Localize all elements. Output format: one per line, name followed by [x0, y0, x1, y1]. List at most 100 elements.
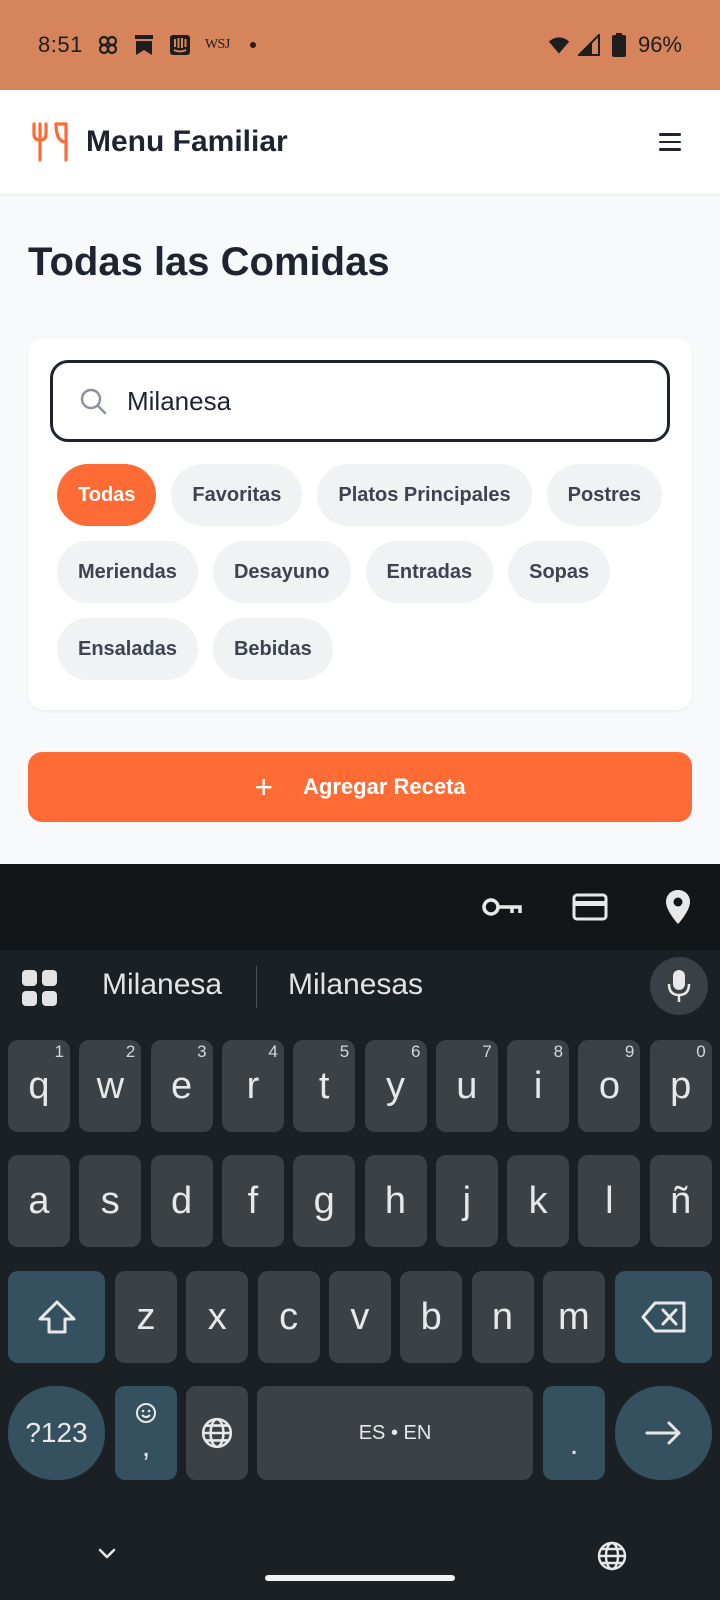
filter-chip[interactable]: Desayuno: [212, 541, 351, 603]
app-header: Menu Familiar: [0, 90, 720, 194]
key-d[interactable]: d: [150, 1155, 213, 1247]
emoji-comma-key[interactable]: ,: [115, 1386, 177, 1480]
shift-key[interactable]: [8, 1271, 105, 1363]
mic-button[interactable]: [650, 957, 708, 1015]
key-m[interactable]: m: [542, 1271, 605, 1363]
search-input[interactable]: [127, 385, 607, 417]
key-o[interactable]: o9: [578, 1040, 641, 1132]
pinwheel-icon: [97, 34, 119, 56]
key-g[interactable]: g: [293, 1155, 356, 1247]
key-f[interactable]: f: [221, 1155, 284, 1247]
intercom-icon: [169, 34, 191, 56]
bookmark-icon: [133, 34, 155, 56]
search-box[interactable]: [50, 360, 670, 442]
key-c[interactable]: c: [257, 1271, 320, 1363]
apps-grid-icon[interactable]: [22, 970, 58, 1006]
space-key[interactable]: ES • EN: [257, 1386, 533, 1480]
filter-chip[interactable]: Todas: [57, 464, 157, 526]
home-indicator[interactable]: [265, 1575, 455, 1581]
key-w-label: w: [96, 1064, 125, 1107]
key-z-label: z: [136, 1295, 156, 1338]
key-hint: 3: [197, 1042, 207, 1061]
filter-chip[interactable]: Postres: [546, 464, 663, 526]
suggestion-strip: Milanesa Milanesas: [0, 950, 720, 1028]
credit-card-icon[interactable]: [570, 887, 610, 927]
emoji-icon: [136, 1403, 156, 1423]
key-n[interactable]: n: [471, 1271, 534, 1363]
menu-icon: [659, 133, 681, 136]
key-p[interactable]: p0: [649, 1040, 712, 1132]
key-q-label: q: [28, 1064, 50, 1107]
key-k-label: k: [528, 1179, 548, 1222]
key-e[interactable]: e3: [150, 1040, 213, 1132]
key-icon[interactable]: [482, 887, 522, 927]
key-s[interactable]: s: [79, 1155, 142, 1247]
notification-dot: [249, 42, 256, 48]
key-hint: 9: [624, 1042, 635, 1061]
fork-knife-icon: [30, 120, 70, 164]
suggestion-2[interactable]: Milanesas: [288, 968, 423, 1002]
key-t[interactable]: t5: [293, 1040, 356, 1132]
symbols-key[interactable]: ?123: [8, 1386, 105, 1480]
key-u[interactable]: u7: [435, 1040, 498, 1132]
key-hint: 5: [339, 1042, 350, 1061]
wifi-icon: [548, 34, 570, 56]
space-key-label: ES • EN: [358, 1421, 432, 1444]
key-w[interactable]: w2: [79, 1040, 142, 1132]
category-filters: Todas Favoritas Platos Principales Postres M…: [57, 464, 667, 680]
shift-icon: [38, 1300, 75, 1334]
suggestion-1[interactable]: Milanesa: [102, 968, 222, 1002]
key-j-label: j: [462, 1179, 472, 1222]
mic-icon: [667, 970, 691, 1002]
key-hint: 8: [553, 1042, 564, 1061]
key-ñ-label: ñ: [670, 1179, 692, 1222]
key-b[interactable]: b: [400, 1271, 463, 1363]
add-recipe-button[interactable]: + Agregar Receta: [28, 752, 692, 822]
status-bar: 8:51 WSJ 96%: [0, 0, 720, 90]
key-p-label: p: [670, 1064, 692, 1107]
keyboard-hide-icon[interactable]: [93, 1540, 121, 1568]
menu-button[interactable]: [650, 122, 690, 162]
key-l-label: l: [605, 1179, 614, 1222]
key-hint: 2: [125, 1042, 136, 1061]
key-h[interactable]: h: [364, 1155, 427, 1247]
key-z[interactable]: z: [115, 1271, 177, 1363]
location-pin-icon[interactable]: [658, 887, 698, 927]
key-x[interactable]: x: [186, 1271, 249, 1363]
filter-chip[interactable]: Meriendas: [57, 541, 198, 603]
key-i[interactable]: i8: [507, 1040, 570, 1132]
filter-chip[interactable]: Bebidas: [212, 618, 333, 680]
filter-chip[interactable]: Sopas: [508, 541, 611, 603]
filter-chip[interactable]: Entradas: [365, 541, 494, 603]
filter-chip[interactable]: Favoritas: [171, 464, 303, 526]
globe-icon: [201, 1417, 233, 1449]
key-v-label: v: [350, 1295, 370, 1338]
plus-icon: +: [254, 769, 274, 805]
add-recipe-label: Agregar Receta: [303, 774, 466, 799]
filter-chip[interactable]: Ensaladas: [57, 618, 198, 680]
key-r[interactable]: r4: [221, 1040, 284, 1132]
filter-chip[interactable]: Platos Principales: [317, 464, 532, 526]
language-key[interactable]: [186, 1386, 248, 1480]
key-f-label: f: [247, 1179, 259, 1222]
period-key[interactable]: .: [543, 1386, 605, 1480]
key-k[interactable]: k: [507, 1155, 570, 1247]
key-c-label: c: [279, 1295, 299, 1338]
key-hint: 7: [482, 1042, 492, 1061]
key-j[interactable]: j: [435, 1155, 498, 1247]
key-l[interactable]: l: [578, 1155, 641, 1247]
key-hint: 0: [696, 1042, 706, 1061]
backspace-key[interactable]: [615, 1271, 712, 1363]
signal-icon: [577, 34, 600, 56]
emoji-comma-key-label: ,: [141, 1430, 151, 1463]
key-q[interactable]: q1: [8, 1040, 70, 1132]
language-globe-icon[interactable]: [596, 1540, 628, 1572]
key-d-label: d: [171, 1179, 193, 1222]
key-y[interactable]: y6: [364, 1040, 427, 1132]
key-v[interactable]: v: [328, 1271, 391, 1363]
key-a[interactable]: a: [8, 1155, 70, 1247]
key-hint: 6: [411, 1042, 421, 1061]
key-y-label: y: [386, 1064, 405, 1107]
key-ñ[interactable]: ñ: [649, 1155, 712, 1247]
enter-key[interactable]: [615, 1386, 712, 1480]
